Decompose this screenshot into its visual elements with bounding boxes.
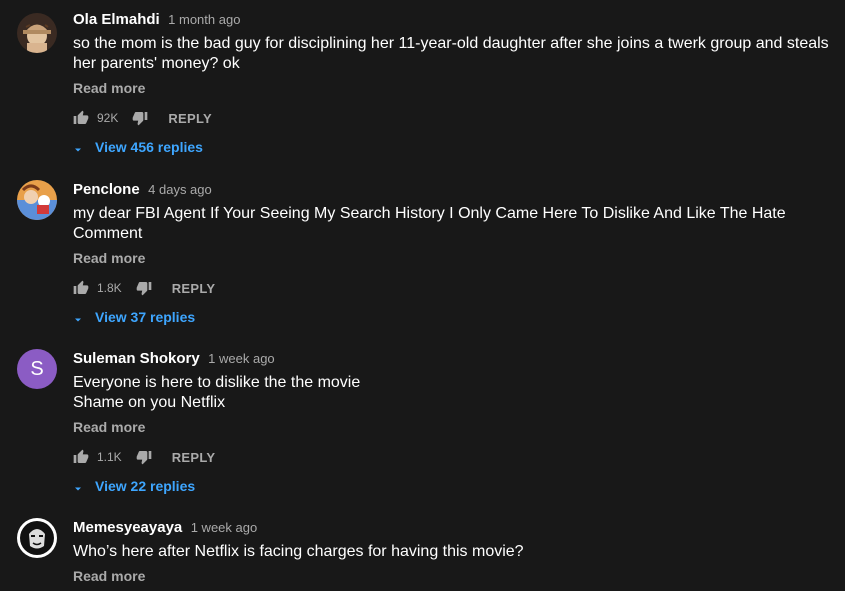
avatar-letter: S [30, 357, 44, 380]
comment-body: Ola Elmahdi 1 month ago so the mom is th… [73, 10, 835, 157]
chevron-down-icon [73, 312, 83, 322]
thumbs-up-icon[interactable] [73, 110, 89, 126]
comment-text: Everyone is here to dislike the the movi… [73, 373, 835, 413]
comment-actions: 1.8K REPLY [73, 278, 835, 298]
view-replies-label: View 22 replies [95, 478, 196, 494]
view-replies-button[interactable]: View 456 replies [73, 137, 835, 157]
comment-header: Suleman Shokory 1 week ago [73, 349, 835, 369]
thumbs-up-icon[interactable] [73, 280, 89, 296]
comment-text-line: Everyone is here to dislike the the movi… [73, 374, 361, 391]
comment-text: so the mom is the bad guy for disciplini… [73, 35, 829, 72]
like-count: 92K [97, 111, 119, 125]
comment-body: Penclone 4 days ago my dear FBI Agent If… [73, 180, 835, 327]
reply-button[interactable]: REPLY [172, 281, 216, 296]
avatar[interactable] [17, 180, 57, 220]
view-replies-button[interactable]: View 37 replies [73, 307, 835, 327]
thumbs-down-icon[interactable] [136, 449, 152, 465]
thumbs-down-icon[interactable] [132, 110, 148, 126]
timestamp[interactable]: 1 week ago [191, 520, 258, 535]
timestamp[interactable]: 1 week ago [208, 351, 275, 366]
timestamp[interactable]: 4 days ago [148, 182, 212, 197]
read-more-link[interactable]: Read more [73, 566, 835, 586]
view-replies-label: View 456 replies [95, 139, 203, 155]
reply-button[interactable]: REPLY [168, 111, 212, 126]
comment-actions: 92K REPLY [73, 108, 835, 128]
avatar[interactable] [17, 518, 57, 558]
read-more-link[interactable]: Read more [73, 248, 835, 268]
avatar[interactable] [17, 13, 57, 53]
comment-body: Memesyeayaya 1 week ago Who’s here after… [73, 518, 835, 586]
read-more-link[interactable]: Read more [73, 78, 835, 98]
comment-actions: 1.1K REPLY [73, 447, 835, 467]
avatar[interactable]: S [17, 349, 57, 389]
read-more-link[interactable]: Read more [73, 417, 835, 437]
view-replies-button[interactable]: View 22 replies [73, 476, 835, 496]
thumbs-down-icon[interactable] [136, 280, 152, 296]
chevron-down-icon [73, 481, 83, 491]
comment-header: Ola Elmahdi 1 month ago [73, 10, 835, 30]
comment-text: my dear FBI Agent If Your Seeing My Sear… [73, 205, 786, 242]
like-count: 1.1K [97, 450, 122, 464]
chevron-down-icon [73, 142, 83, 152]
author-name[interactable]: Ola Elmahdi [73, 11, 160, 28]
author-name[interactable]: Suleman Shokory [73, 350, 200, 367]
comment-header: Penclone 4 days ago [73, 180, 835, 200]
thumbs-up-icon[interactable] [73, 449, 89, 465]
author-name[interactable]: Penclone [73, 181, 140, 198]
comment-text-line: Shame on you Netflix [73, 394, 226, 411]
comment-body: Suleman Shokory 1 week ago Everyone is h… [73, 349, 835, 496]
comment-header: Memesyeayaya 1 week ago [73, 518, 835, 538]
view-replies-label: View 37 replies [95, 309, 196, 325]
like-count: 1.8K [97, 281, 122, 295]
author-name[interactable]: Memesyeayaya [73, 519, 182, 536]
comment-text: Who’s here after Netflix is facing charg… [73, 543, 524, 560]
timestamp[interactable]: 1 month ago [168, 12, 240, 27]
reply-button[interactable]: REPLY [172, 450, 216, 465]
